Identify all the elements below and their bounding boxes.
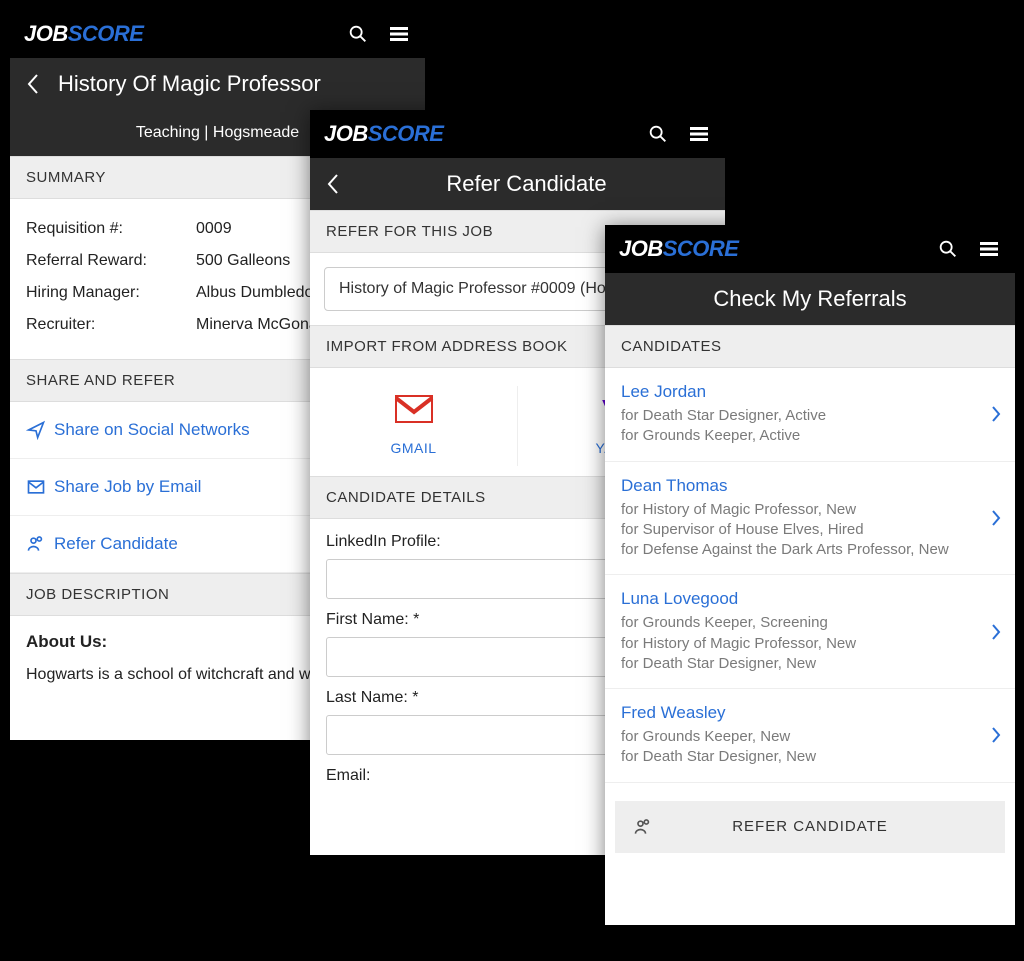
candidate-line: for Death Star Designer, Active [621, 406, 999, 426]
menu-icon[interactable] [387, 22, 411, 46]
candidate-line: for Grounds Keeper, New [621, 727, 999, 747]
search-icon[interactable] [647, 123, 669, 145]
candidate-line: for History of Magic Professor, New [621, 500, 999, 520]
candidate-line: for Defense Against the Dark Arts Profes… [621, 540, 999, 560]
section-candidates: CANDIDATES [605, 325, 1015, 368]
candidate-line: for Supervisor of House Elves, Hired [621, 520, 999, 540]
chevron-right-icon [991, 405, 1001, 423]
footer-btn-label: REFER CANDIDATE [732, 818, 888, 835]
logo-job: JOB [24, 21, 68, 46]
candidate-name: Lee Jordan [621, 382, 999, 402]
back-icon[interactable] [326, 173, 340, 195]
refer-icon [633, 817, 653, 837]
action-label: Refer Candidate [54, 534, 178, 554]
page-title: Refer Candidate [358, 171, 695, 197]
refer-candidate-button[interactable]: REFER CANDIDATE [615, 801, 1005, 853]
candidate-line: for Death Star Designer, New [621, 747, 999, 767]
titlebar: History Of Magic Professor [10, 58, 425, 110]
candidate-item[interactable]: Luna Lovegood for Grounds Keeper, Screeni… [605, 575, 1015, 689]
menu-icon[interactable] [977, 237, 1001, 261]
candidate-item[interactable]: Lee Jordan for Death Star Designer, Activ… [605, 368, 1015, 462]
logo-score: SCORE [368, 121, 444, 146]
logo-job: JOB [619, 236, 663, 261]
candidate-item[interactable]: Fred Weasley for Grounds Keeper, Newfor D… [605, 689, 1015, 783]
candidate-item[interactable]: Dean Thomas for History of Magic Professo… [605, 462, 1015, 576]
topbar: JOBSCORE [310, 110, 725, 158]
logo-score: SCORE [68, 21, 144, 46]
page-title: Check My Referrals [621, 286, 999, 312]
logo: JOBSCORE [619, 236, 919, 262]
menu-icon[interactable] [687, 122, 711, 146]
titlebar: Refer Candidate [310, 158, 725, 210]
topbar: JOBSCORE [605, 225, 1015, 273]
import-gmail[interactable]: GMAIL [310, 386, 517, 466]
chevron-right-icon [991, 623, 1001, 641]
gmail-icon [310, 392, 517, 426]
summary-label: Requisition #: [26, 220, 196, 238]
candidate-line: for Grounds Keeper, Screening [621, 613, 999, 633]
search-icon[interactable] [937, 238, 959, 260]
candidate-list: Lee Jordan for Death Star Designer, Activ… [605, 368, 1015, 783]
back-icon[interactable] [26, 73, 40, 95]
check-referrals-screen: JOBSCORE Check My Referrals CANDIDATES L… [605, 225, 1015, 925]
chevron-right-icon [991, 726, 1001, 744]
candidate-line: for Grounds Keeper, Active [621, 426, 999, 446]
import-label: GMAIL [310, 440, 517, 456]
refer-icon [26, 534, 54, 554]
candidate-line: for History of Magic Professor, New [621, 634, 999, 654]
summary-label: Hiring Manager: [26, 284, 196, 302]
topbar: JOBSCORE [10, 10, 425, 58]
candidate-line: for Death Star Designer, New [621, 654, 999, 674]
share-icon [26, 420, 54, 440]
logo: JOBSCORE [24, 21, 329, 47]
candidate-name: Fred Weasley [621, 703, 999, 723]
logo-score: SCORE [663, 236, 739, 261]
logo-job: JOB [324, 121, 368, 146]
candidate-name: Dean Thomas [621, 476, 999, 496]
action-label: Share on Social Networks [54, 420, 250, 440]
summary-label: Recruiter: [26, 316, 196, 334]
chevron-right-icon [991, 509, 1001, 527]
search-icon[interactable] [347, 23, 369, 45]
candidate-name: Luna Lovegood [621, 589, 999, 609]
action-label: Share Job by Email [54, 477, 201, 497]
logo: JOBSCORE [324, 121, 629, 147]
email-icon [26, 477, 54, 497]
page-title: History Of Magic Professor [58, 71, 409, 97]
titlebar: Check My Referrals [605, 273, 1015, 325]
summary-label: Referral Reward: [26, 252, 196, 270]
